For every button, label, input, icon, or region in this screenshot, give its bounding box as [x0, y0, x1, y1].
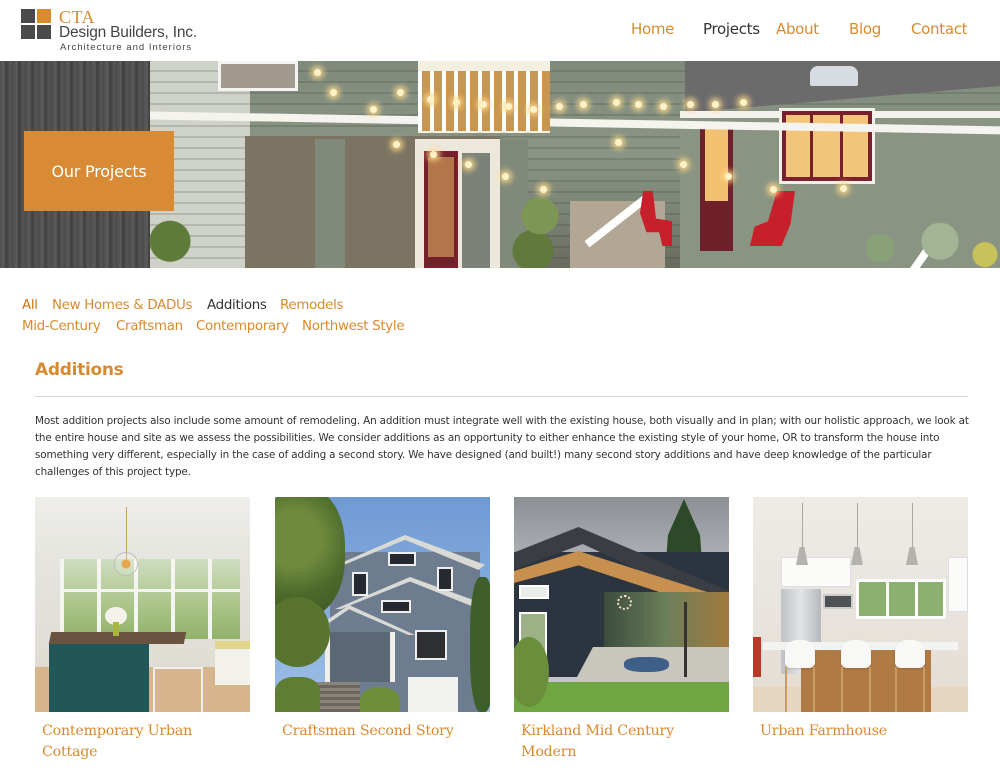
- photo-shrub: [275, 677, 320, 712]
- main-nav: Home Projects About Blog Contact: [0, 20, 1000, 42]
- photo-white-stool: [895, 640, 925, 668]
- filter-remodels[interactable]: Remodels: [280, 298, 344, 313]
- hero-grey-door: [462, 153, 490, 268]
- project-title[interactable]: Contemporary Urban Cottage: [35, 721, 250, 763]
- hero-garden-plants: [505, 181, 575, 268]
- photo-shrub: [360, 687, 400, 712]
- project-thumbnail-farmhouse-kitchen[interactable]: [753, 497, 968, 712]
- photo-window: [519, 585, 549, 599]
- hero-garden-plants: [145, 201, 195, 268]
- nav-blog[interactable]: Blog: [849, 20, 881, 38]
- photo-window-mullion: [915, 582, 918, 618]
- nav-about[interactable]: About: [776, 20, 819, 38]
- photo-pendant-cord: [802, 503, 803, 548]
- photo-red-chair: [753, 637, 761, 677]
- hero-banner: Our Projects: [0, 61, 1000, 268]
- photo-window-rail: [60, 589, 240, 592]
- project-thumbnail-craftsman-house[interactable]: [275, 497, 490, 712]
- nav-projects[interactable]: Projects: [703, 20, 760, 38]
- filter-northwest-style[interactable]: Northwest Style: [302, 319, 405, 334]
- hero-upper-window: [218, 61, 298, 91]
- photo-white-stool: [785, 640, 815, 668]
- project-title[interactable]: Craftsman Second Story: [275, 721, 490, 742]
- photo-vase: [113, 622, 119, 636]
- project-card[interactable]: Craftsman Second Story: [275, 497, 490, 742]
- hero-balcony-railing: [418, 71, 550, 131]
- nav-home[interactable]: Home: [631, 20, 674, 38]
- photo-window: [437, 567, 453, 591]
- photo-pendant-cord: [857, 503, 858, 548]
- photo-stool: [153, 667, 203, 712]
- nav-contact[interactable]: Contact: [911, 20, 968, 38]
- photo-upper-cabinets: [781, 557, 851, 587]
- photo-stool-legs: [785, 667, 815, 712]
- photo-stool-legs: [895, 667, 925, 712]
- photo-window-frames: [60, 559, 240, 639]
- photo-window: [415, 630, 447, 660]
- hero-title-badge: Our Projects: [24, 131, 174, 211]
- photo-window: [856, 579, 946, 619]
- photo-stool-legs: [841, 667, 871, 712]
- hero-column: [315, 139, 345, 268]
- hero-french-door-glass: [428, 157, 454, 257]
- hero-garden-plants: [850, 201, 1000, 268]
- filter-row-types: All New Homes & DADUs Additions Remodels: [22, 298, 982, 319]
- project-card[interactable]: Kirkland Mid Century Modern: [514, 497, 729, 763]
- logo-tagline: Architecture and Interiors: [60, 42, 193, 53]
- photo-garage-door: [408, 677, 458, 712]
- hero-red-door-glass: [705, 129, 728, 201]
- photo-window-seat: [215, 645, 250, 685]
- photo-rug: [624, 657, 669, 672]
- photo-tree: [470, 577, 490, 712]
- project-category-filters: All New Homes & DADUs Additions Remodels…: [22, 298, 982, 340]
- photo-window: [388, 552, 416, 566]
- photo-porch: [325, 632, 395, 682]
- site-header: CTA Design Builders, Inc. Architecture a…: [0, 0, 1000, 60]
- filter-new-homes-dadus[interactable]: New Homes & DADUs: [52, 298, 192, 313]
- photo-pendant-lamp: [617, 595, 632, 610]
- section-description: Most addition projects also include some…: [35, 415, 969, 478]
- project-title[interactable]: Kirkland Mid Century Modern: [514, 721, 729, 763]
- filter-mid-century[interactable]: Mid-Century: [22, 319, 101, 334]
- project-card[interactable]: Urban Farmhouse: [753, 497, 968, 742]
- photo-globe-pendant: [114, 552, 138, 576]
- photo-window-mullion: [886, 582, 889, 618]
- filter-all[interactable]: All: [22, 298, 38, 313]
- photo-pendant-cord: [912, 503, 913, 548]
- hero-lit-window: [782, 111, 872, 181]
- project-grid: Contemporary Urban Cottage Craftsman Sec…: [35, 497, 970, 772]
- photo-window: [381, 600, 411, 613]
- filter-row-styles: Mid-Century Craftsman Contemporary North…: [22, 319, 982, 340]
- photo-window: [352, 572, 368, 596]
- photo-white-stool: [841, 640, 871, 668]
- section-title: Additions: [35, 360, 124, 380]
- hero-title: Our Projects: [51, 161, 147, 181]
- project-title[interactable]: Urban Farmhouse: [753, 721, 968, 742]
- hero-house-photo: [145, 61, 1000, 268]
- filter-craftsman[interactable]: Craftsman: [116, 319, 183, 334]
- photo-teal-island: [49, 643, 149, 712]
- photo-glass-cabinet: [948, 557, 968, 612]
- photo-microwave: [823, 594, 853, 609]
- project-thumbnail-kitchen-nook[interactable]: [35, 497, 250, 712]
- filter-contemporary[interactable]: Contemporary: [196, 319, 289, 334]
- photo-cushion: [215, 641, 250, 649]
- project-card[interactable]: Contemporary Urban Cottage: [35, 497, 250, 763]
- project-thumbnail-mid-century-house[interactable]: [514, 497, 729, 712]
- photo-post: [684, 602, 687, 677]
- filter-additions[interactable]: Additions: [207, 298, 267, 313]
- section-divider: [35, 396, 968, 397]
- hero-skylight: [810, 66, 858, 86]
